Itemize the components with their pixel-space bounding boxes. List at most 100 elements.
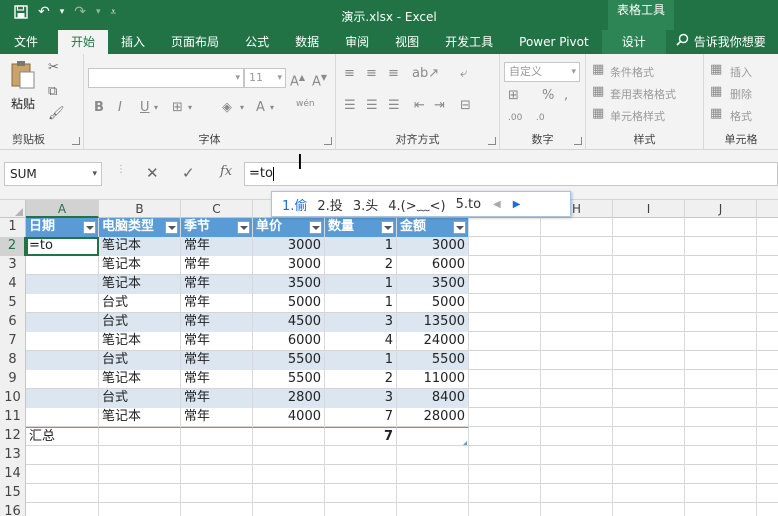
row-header[interactable]: 2 xyxy=(0,237,26,256)
cell-f6[interactable]: 13500 xyxy=(397,313,469,332)
cell-f10[interactable]: 8400 xyxy=(397,389,469,408)
cell-d4[interactable]: 3500 xyxy=(253,275,325,294)
cell-k1[interactable] xyxy=(757,218,778,237)
cell-d7[interactable]: 6000 xyxy=(253,332,325,351)
cell-a1[interactable]: 日期 xyxy=(26,218,99,237)
alignment-launcher[interactable] xyxy=(488,137,496,145)
cell-e14[interactable] xyxy=(325,465,397,484)
tab-file[interactable]: 文件 xyxy=(0,30,52,54)
row-header[interactable]: 1 xyxy=(0,218,26,237)
insert-function-icon[interactable]: fx xyxy=(220,164,232,179)
decrease-indent-icon[interactable]: ⇤ xyxy=(414,98,425,114)
row-header[interactable]: 3 xyxy=(0,256,26,275)
cell-c13[interactable] xyxy=(181,446,253,465)
number-format-combo[interactable]: 自定义 ▾ xyxy=(504,62,580,82)
cell-f12[interactable] xyxy=(397,427,469,446)
cell-g9[interactable] xyxy=(469,370,541,389)
border-icon[interactable]: ⊞ xyxy=(172,100,183,116)
tab-insert[interactable]: 插入 xyxy=(108,30,158,54)
cell-k11[interactable] xyxy=(757,408,778,427)
cell-e4[interactable]: 1 xyxy=(325,275,397,294)
align-left-icon[interactable]: ☰ xyxy=(344,98,356,114)
cell-j11[interactable] xyxy=(685,408,757,427)
cell-k9[interactable] xyxy=(757,370,778,389)
tab-developer[interactable]: 开发工具 xyxy=(432,30,506,54)
font-name-combo[interactable]: ▾ xyxy=(88,68,244,88)
increase-font-icon[interactable]: A▲ xyxy=(290,70,305,90)
cell-d15[interactable] xyxy=(253,484,325,503)
ime-candidate[interactable]: 1.偷 xyxy=(282,195,307,214)
row-header[interactable]: 16 xyxy=(0,503,26,516)
font-launcher[interactable] xyxy=(324,137,332,145)
align-top-icon[interactable]: ≡ xyxy=(344,66,355,82)
cell-c4[interactable]: 常年 xyxy=(181,275,253,294)
cell-a9[interactable] xyxy=(26,370,99,389)
ime-candidate[interactable]: 3.头 xyxy=(353,195,378,214)
ime-prev-icon[interactable]: ◀ xyxy=(493,199,501,210)
cell-e12[interactable]: 7 xyxy=(325,427,397,446)
cell-j12[interactable] xyxy=(685,427,757,446)
cancel-icon[interactable]: ✕ xyxy=(146,164,159,182)
cell-h9[interactable] xyxy=(541,370,613,389)
cell-k12[interactable] xyxy=(757,427,778,446)
cell-g14[interactable] xyxy=(469,465,541,484)
tab-page-layout[interactable]: 页面布局 xyxy=(158,30,232,54)
row-header[interactable]: 11 xyxy=(0,408,26,427)
tab-view[interactable]: 视图 xyxy=(382,30,432,54)
cell-j4[interactable] xyxy=(685,275,757,294)
cell-a12[interactable]: 汇总 xyxy=(26,427,99,446)
filter-dropdown-icon[interactable] xyxy=(309,221,322,234)
cell-b16[interactable] xyxy=(99,503,181,516)
cell-h11[interactable] xyxy=(541,408,613,427)
copy-icon[interactable]: ⧉ xyxy=(48,84,57,100)
cell-c15[interactable] xyxy=(181,484,253,503)
cell-c1[interactable]: 季节 xyxy=(181,218,253,237)
border-dropdown-icon[interactable]: ▾ xyxy=(188,100,192,116)
tab-review[interactable]: 审阅 xyxy=(332,30,382,54)
table-resize-handle[interactable] xyxy=(463,441,467,445)
cell-b2[interactable]: 笔记本 xyxy=(99,237,181,256)
cell-e2[interactable]: 1 xyxy=(325,237,397,256)
column-header-i[interactable]: I xyxy=(613,200,685,218)
comma-icon[interactable]: , xyxy=(564,88,568,104)
cell-d14[interactable] xyxy=(253,465,325,484)
cell-a11[interactable] xyxy=(26,408,99,427)
cell-e5[interactable]: 1 xyxy=(325,294,397,313)
cell-g13[interactable] xyxy=(469,446,541,465)
cell-g4[interactable] xyxy=(469,275,541,294)
tab-home[interactable]: 开始 xyxy=(58,30,109,54)
filter-dropdown-icon[interactable] xyxy=(453,221,466,234)
cell-g5[interactable] xyxy=(469,294,541,313)
ime-candidate[interactable]: 4.(>﹏<) xyxy=(388,195,445,214)
ime-next-icon[interactable]: ▶ xyxy=(513,199,521,210)
increase-indent-icon[interactable]: ⇥ xyxy=(434,98,445,114)
cell-k8[interactable] xyxy=(757,351,778,370)
align-middle-icon[interactable]: ≡ xyxy=(366,66,377,82)
cell-h3[interactable] xyxy=(541,256,613,275)
cell-b8[interactable]: 台式 xyxy=(99,351,181,370)
cell-d5[interactable]: 5000 xyxy=(253,294,325,313)
cell-j7[interactable] xyxy=(685,332,757,351)
column-header-b[interactable]: B xyxy=(99,200,181,218)
cell-k16[interactable] xyxy=(757,503,778,516)
cell-h15[interactable] xyxy=(541,484,613,503)
cell-a6[interactable] xyxy=(26,313,99,332)
cell-h6[interactable] xyxy=(541,313,613,332)
font-color-icon[interactable]: A xyxy=(256,100,265,116)
cell-j2[interactable] xyxy=(685,237,757,256)
number-launcher[interactable] xyxy=(574,137,582,145)
tell-me-box[interactable]: 告诉我你想要 xyxy=(666,30,766,54)
cell-k15[interactable] xyxy=(757,484,778,503)
cell-c14[interactable] xyxy=(181,465,253,484)
phonetic-icon[interactable]: wén xyxy=(296,96,315,112)
cell-f9[interactable]: 11000 xyxy=(397,370,469,389)
cell-f14[interactable] xyxy=(397,465,469,484)
row-header[interactable]: 15 xyxy=(0,484,26,503)
cell-h7[interactable] xyxy=(541,332,613,351)
cell-j9[interactable] xyxy=(685,370,757,389)
cell-c3[interactable]: 常年 xyxy=(181,256,253,275)
name-box[interactable]: SUM ▾ xyxy=(4,162,102,186)
underline-dropdown-icon[interactable]: ▾ xyxy=(154,100,158,116)
row-header[interactable]: 14 xyxy=(0,465,26,484)
cell-d11[interactable]: 4000 xyxy=(253,408,325,427)
